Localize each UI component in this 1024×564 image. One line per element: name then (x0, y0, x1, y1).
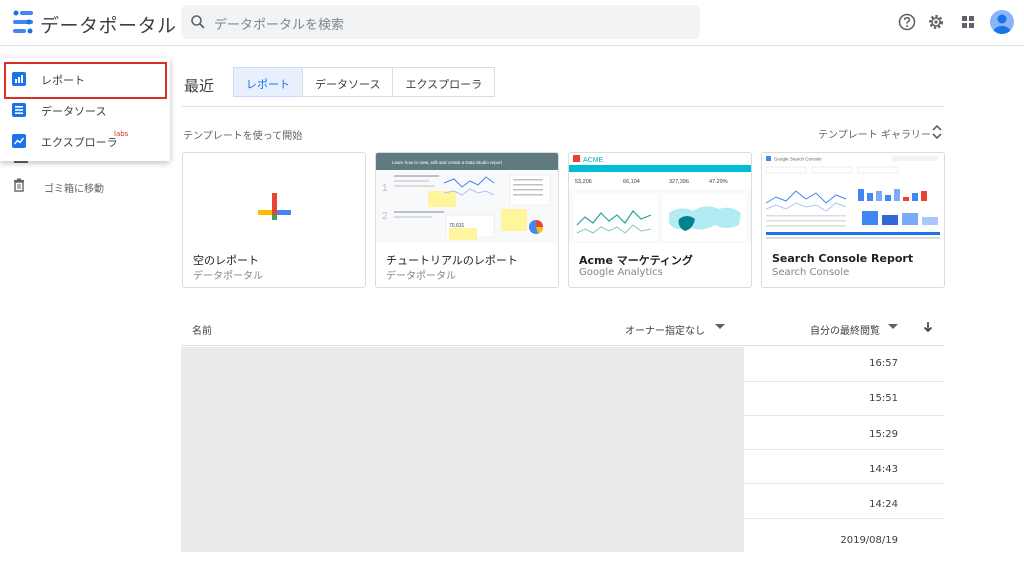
thumb-stat: 327,396 (669, 179, 689, 185)
recent-heading: 最近 (184, 77, 215, 95)
search-console-preview-image: Google Search Console (762, 153, 944, 243)
template-section-label: テンプレートを使って開始 (183, 131, 303, 142)
template-card-acme[interactable]: ACME 53,206 66,104 327,396 47.29% Acme マ… (568, 152, 752, 288)
plus-icon (258, 193, 291, 220)
svg-text:1: 1 (382, 183, 388, 194)
card-subtitle: Google Analytics (579, 267, 663, 278)
recent-tabs: レポート データソース エクスプローラ (233, 67, 496, 97)
labs-badge: labs (114, 130, 129, 138)
list-icon (12, 103, 26, 117)
table-row-last-viewed[interactable]: 16:57 (869, 358, 898, 369)
card-title: チュートリアルのレポート (386, 254, 518, 267)
apps-grid-icon[interactable] (958, 12, 978, 32)
table-row-last-viewed[interactable]: 14:43 (869, 464, 898, 475)
sidebar-partial-icon (14, 161, 28, 163)
divider (182, 106, 944, 107)
sidebar-item-label: ゴミ箱に移動 (44, 184, 104, 195)
line-chart-icon (12, 134, 26, 148)
user-icon (993, 14, 1011, 34)
template-card-blank[interactable]: 空のレポート データポータル (182, 152, 366, 288)
acme-preview-image: ACME 53,206 66,104 327,396 47.29% (569, 153, 751, 243)
template-card-tutorial[interactable]: Learn how to view, edit and create a Dat… (375, 152, 559, 288)
sidebar-item-label: データソース (41, 105, 107, 118)
sort-by-dropdown[interactable]: 自分の最終閲覧 (810, 322, 880, 337)
card-thumbnail: Learn how to view, edit and create a Dat… (376, 153, 558, 243)
card-title: 空のレポート (193, 254, 259, 267)
divider (182, 345, 944, 346)
row-divider (744, 518, 944, 519)
search-input[interactable]: データポータルを検索 (214, 14, 344, 33)
table-row-last-viewed[interactable]: 2019/08/19 (840, 535, 898, 546)
app-title[interactable]: データポータル (40, 11, 177, 38)
card-title: Search Console Report (772, 252, 914, 265)
table-row-last-viewed[interactable]: 15:29 (869, 429, 898, 440)
app-header: データポータル データポータルを検索 (0, 0, 1024, 46)
row-divider (744, 483, 944, 484)
tutorial-preview-image: Learn how to view, edit and create a Dat… (376, 153, 558, 243)
tab-reports[interactable]: レポート (233, 67, 303, 97)
tab-data-sources[interactable]: データソース (302, 67, 394, 97)
card-thumbnail: Google Search Console (762, 153, 944, 243)
card-title: Acme マーケティング (579, 254, 693, 267)
card-subtitle: データポータル (193, 271, 263, 282)
thumb-stat: 66,104 (623, 179, 640, 185)
data-studio-logo-icon[interactable] (12, 10, 34, 34)
table-row-last-viewed[interactable]: 15:51 (869, 393, 898, 404)
template-gallery-link[interactable]: テンプレート ギャラリー (818, 126, 931, 141)
tab-explorer[interactable]: エクスプローラ (392, 67, 496, 97)
thumb-brand: ACME (583, 157, 604, 164)
avatar[interactable] (990, 10, 1014, 34)
sidebar-item-label: エクスプローラ (41, 136, 118, 149)
row-divider (744, 415, 944, 416)
card-subtitle: データポータル (386, 271, 456, 282)
svg-text:2: 2 (382, 211, 388, 222)
thumb-stat: 53,206 (575, 179, 592, 185)
trash-icon (14, 178, 24, 192)
card-thumbnail (183, 153, 365, 243)
dropdown-arrow-icon[interactable] (888, 324, 898, 330)
card-subtitle: Search Console (772, 267, 850, 278)
column-header-name[interactable]: 名前 (192, 322, 212, 337)
template-card-search-console[interactable]: Google Search Console Search Console Rep… (761, 152, 945, 288)
help-icon[interactable] (897, 12, 917, 32)
card-thumbnail: ACME 53,206 66,104 327,396 47.29% (569, 153, 751, 243)
search-icon (191, 15, 205, 29)
sidebar-item-data-sources[interactable]: データソース (0, 95, 170, 125)
dropdown-arrow-icon[interactable] (715, 324, 725, 330)
gear-icon[interactable] (926, 12, 946, 32)
row-divider (744, 449, 944, 450)
owner-filter-dropdown[interactable]: オーナー指定なし (625, 322, 705, 337)
search-bar[interactable]: データポータルを検索 (181, 5, 700, 39)
thumb-stat: 47.29% (709, 179, 728, 185)
unfold-icon[interactable] (931, 124, 943, 140)
sort-descending-icon[interactable] (922, 320, 934, 334)
thumb-text: Learn how to view, edit and create a Dat… (392, 160, 503, 165)
sidebar-item-explorer[interactable]: エクスプローラ labs (0, 126, 170, 156)
row-divider (744, 381, 944, 382)
thumb-text: Google Search Console (774, 157, 822, 162)
redacted-report-names (181, 347, 744, 552)
table-row-last-viewed[interactable]: 14:24 (869, 499, 898, 510)
selection-highlight (4, 62, 167, 99)
